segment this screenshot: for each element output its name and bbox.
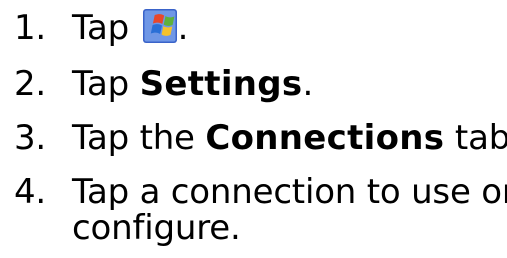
settings-term: Settings: [139, 64, 303, 104]
step-number: 1.: [14, 8, 47, 48]
step-text: Tap .: [72, 8, 189, 48]
step-1: 1. Tap .: [14, 8, 188, 48]
step-line: Tap a connection to use or: [72, 172, 507, 212]
step-text: Tap a connection to use or: [72, 172, 507, 212]
step-2: 2. Tap Settings.: [14, 64, 313, 104]
step-line-continuation: configure.: [72, 208, 241, 248]
step-number: 3.: [14, 118, 47, 158]
windows-start-icon: [142, 9, 177, 43]
step-4: 4. Tap a connection to use or configure.: [14, 172, 507, 248]
step-number: 4.: [14, 172, 47, 212]
connections-term: Connections: [205, 118, 445, 158]
step-text: Tap the Connections tab.: [72, 118, 507, 158]
step-3: 3. Tap the Connections tab.: [14, 118, 507, 158]
step-number: 2.: [14, 64, 47, 104]
step-text: Tap Settings.: [72, 64, 314, 104]
